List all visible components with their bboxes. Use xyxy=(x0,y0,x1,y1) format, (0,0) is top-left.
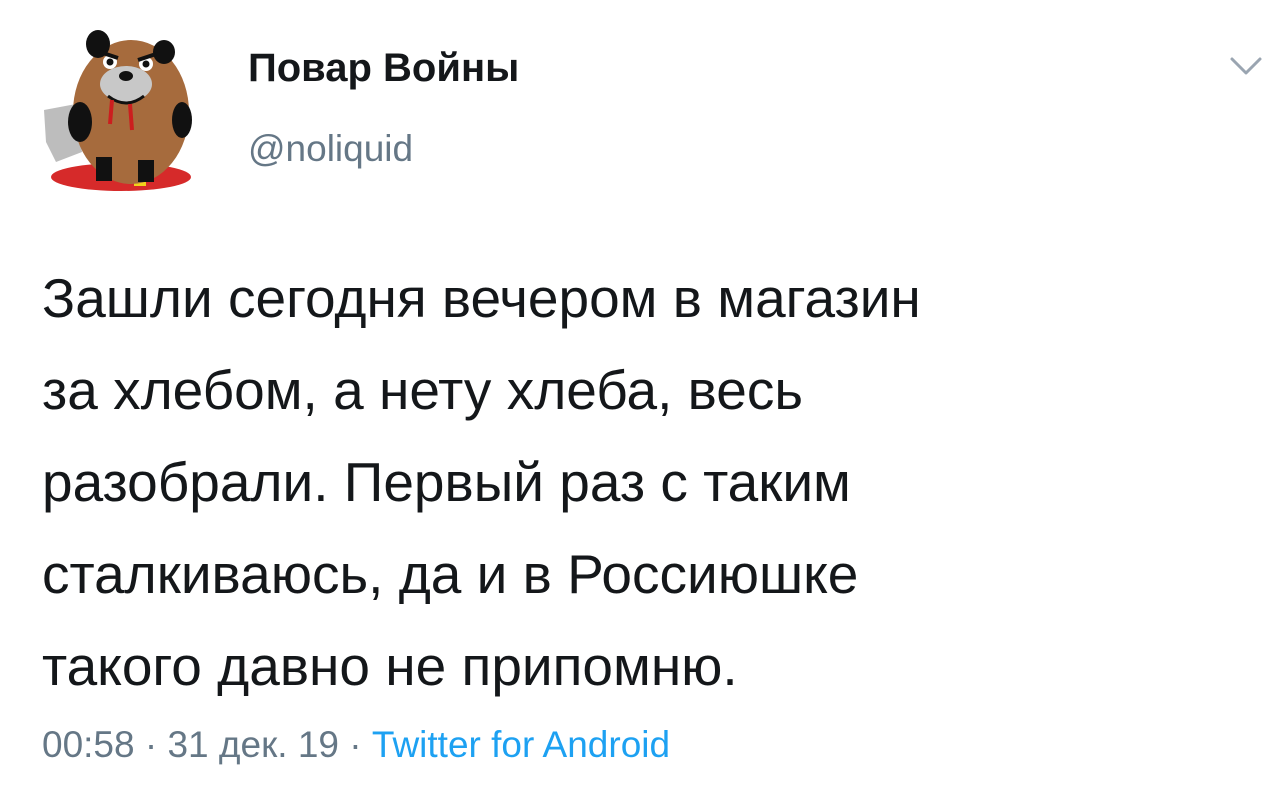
tweet-text-line: за хлебом, а нету хлеба, весь xyxy=(42,359,804,421)
tweet-meta: 00:58 · 31 дек. 19 · Twitter for Android xyxy=(42,724,670,766)
tweet-text: Зашли сегодня вечером в магазин за хлебо… xyxy=(42,252,1262,712)
bear-avatar-icon xyxy=(44,30,192,191)
tweet-text-line: разобрали. Первый раз с таким xyxy=(42,451,851,513)
chevron-down-icon xyxy=(1230,57,1262,75)
tweet-text-line: Зашли сегодня вечером в магазин xyxy=(42,267,921,329)
tweet-text-line: такого давно не припомню. xyxy=(42,635,738,697)
tweet-time[interactable]: 00:58 xyxy=(42,724,135,765)
meta-separator: · xyxy=(339,724,372,765)
tweet-source-link[interactable]: Twitter for Android xyxy=(372,724,670,765)
tweet-card: Повар Войны @noliquid Зашли сегодня вече… xyxy=(0,0,1280,811)
meta-separator: · xyxy=(134,724,168,765)
author-display-name[interactable]: Повар Войны xyxy=(248,46,519,91)
tweet-menu-button[interactable] xyxy=(1228,54,1264,78)
avatar[interactable] xyxy=(36,12,196,197)
author-handle[interactable]: @noliquid xyxy=(248,128,413,170)
tweet-text-line: сталкиваюсь, да и в Россиюшке xyxy=(42,543,859,605)
tweet-date[interactable]: 31 дек. 19 xyxy=(167,724,339,765)
